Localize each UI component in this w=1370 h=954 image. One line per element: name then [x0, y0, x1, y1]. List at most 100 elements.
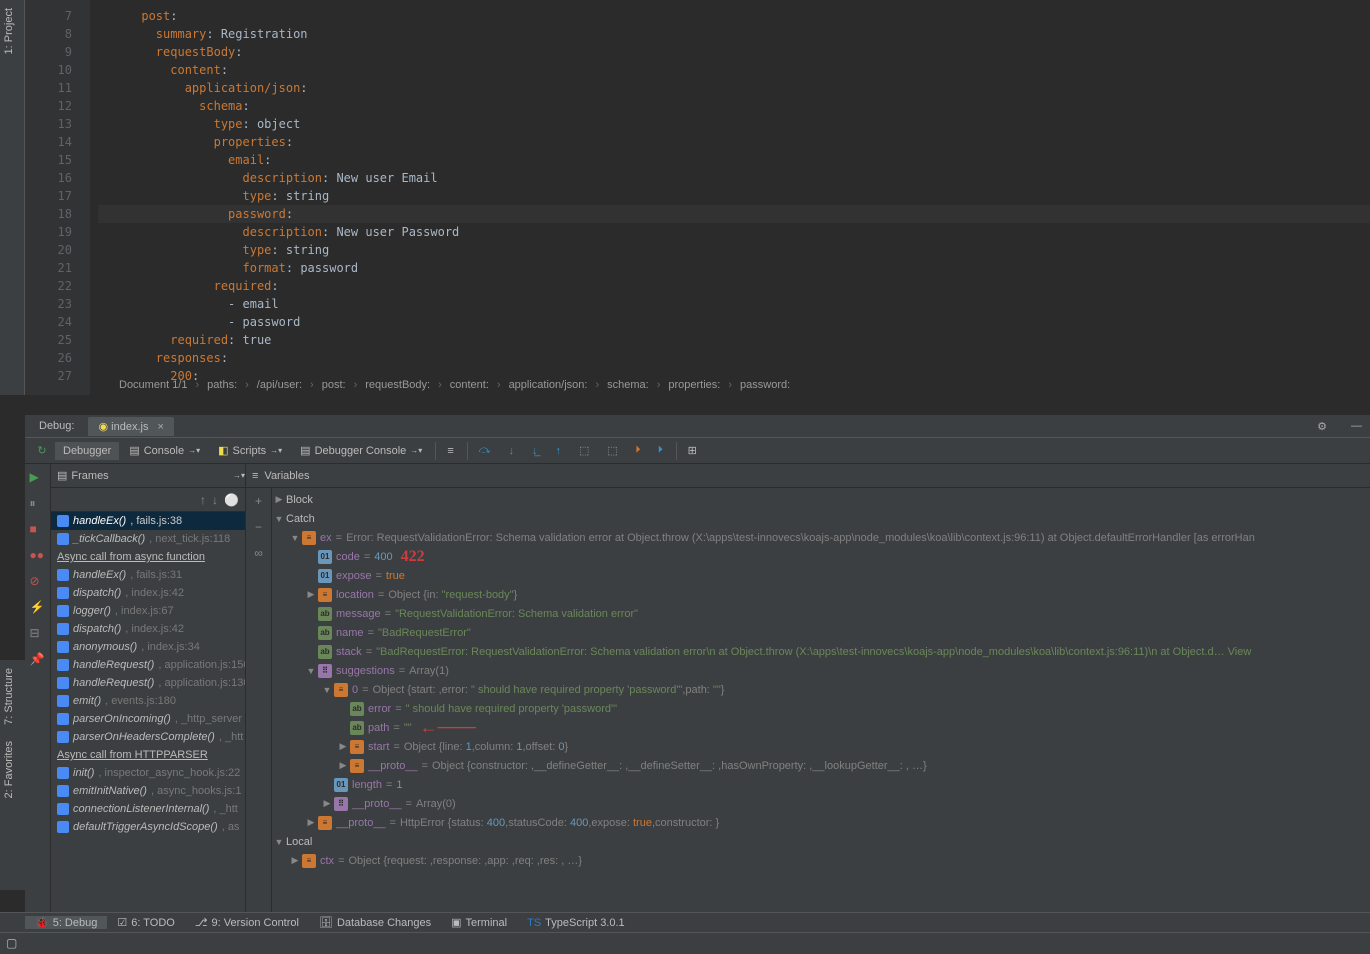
- frame-item[interactable]: emit(), events.js:180: [51, 692, 245, 710]
- stack-frame-icon: [57, 821, 69, 833]
- project-sidebar: 1: Project: [0, 0, 25, 395]
- frame-item[interactable]: logger(), index.js:67: [51, 602, 245, 620]
- debug-side-controls: ▶ ⏸ ■ ●● ⊘ ⚡ ⊟ 📌: [25, 464, 51, 924]
- step-out-icon[interactable]: ↑: [548, 442, 570, 460]
- variable-row[interactable]: 01length=1: [272, 775, 1370, 794]
- code-area[interactable]: post: summary: Registration requestBody:…: [90, 0, 1370, 395]
- stop-icon[interactable]: ■: [30, 522, 46, 538]
- stack-frame-icon: [57, 515, 69, 527]
- frame-item[interactable]: anonymous(), index.js:34: [51, 638, 245, 656]
- bottom-tab-vcs[interactable]: ⎇ 9: Version Control: [185, 916, 309, 929]
- add-watch-icon[interactable]: +: [255, 494, 262, 508]
- frame-up-icon[interactable]: ↑: [200, 493, 206, 507]
- debug-hide-icon[interactable]: —: [1351, 420, 1362, 432]
- bottom-tab-debug[interactable]: 🐞 5: Debug: [25, 916, 107, 929]
- force-step-into-icon[interactable]: ↓̲: [524, 442, 546, 460]
- variable-row[interactable]: abname="BadRequestError": [272, 623, 1370, 642]
- step-over-icon[interactable]: ⤼: [471, 441, 499, 460]
- status-tool-window-icon[interactable]: ▢: [6, 936, 17, 950]
- frame-item[interactable]: init(), inspector_async_hook.js:22: [51, 764, 245, 782]
- trace-icon[interactable]: 🞂: [650, 441, 670, 460]
- debugger-console-tab[interactable]: ▤ Debugger Console →▾: [292, 441, 430, 460]
- variable-row[interactable]: ▼⠿suggestions=Array(1): [272, 661, 1370, 680]
- calculator-icon[interactable]: ⊞: [680, 441, 705, 460]
- layout-icon[interactable]: ≡: [439, 442, 461, 460]
- close-icon[interactable]: ×: [158, 421, 164, 433]
- step-into-icon[interactable]: ↓: [501, 442, 523, 460]
- type-icon: ≡: [318, 816, 332, 830]
- editor: 789101112131415161718192021222324252627 …: [25, 0, 1370, 395]
- frame-filter-icon[interactable]: ⚪: [224, 493, 239, 507]
- structure-tool-tab[interactable]: 7: Structure: [0, 660, 18, 733]
- frame-item[interactable]: parserOnIncoming(), _http_server: [51, 710, 245, 728]
- dropdown-icon: →▾: [270, 446, 282, 455]
- variable-row[interactable]: 01code=400422: [272, 547, 1370, 566]
- frame-item[interactable]: dispatch(), index.js:42: [51, 584, 245, 602]
- exception-breakpoint-icon[interactable]: ⚡: [30, 600, 46, 616]
- bottom-tab-todo[interactable]: ☑ 6: TODO: [107, 916, 184, 929]
- breadcrumb[interactable]: Document 1/1›paths:›/api/user:›post:›req…: [115, 375, 794, 395]
- stack-frame-icon: [57, 623, 69, 635]
- type-icon: ≡: [318, 588, 332, 602]
- layout-settings-icon[interactable]: ⊟: [30, 626, 46, 642]
- thread-dropdown-icon[interactable]: →▾: [233, 471, 245, 480]
- frame-item[interactable]: handleRequest(), application.js:130: [51, 674, 245, 692]
- console-icon: ▤: [129, 444, 139, 457]
- bottom-tab-db-changes[interactable]: 🗄 Database Changes: [309, 916, 441, 929]
- stack-frame-icon: [57, 767, 69, 779]
- mute-breakpoints-icon[interactable]: ⊘: [30, 574, 46, 590]
- frame-item[interactable]: handleEx(), fails.js:31: [51, 566, 245, 584]
- watch-link-icon[interactable]: ∞: [254, 546, 263, 560]
- rerun-icon[interactable]: ↻: [37, 444, 46, 457]
- debug-settings-icon[interactable]: ⚙: [1317, 420, 1327, 433]
- variables-tree[interactable]: ▶Block▼Catch▼≡ex=Error: RequestValidatio…: [272, 488, 1370, 924]
- variable-row[interactable]: ▶⠿__proto__=Array(0): [272, 794, 1370, 813]
- debug-header: Debug: ◉ index.js × ⚙ —: [25, 415, 1370, 438]
- favorites-tool-tab[interactable]: 2: Favorites: [0, 733, 18, 806]
- scripts-tab[interactable]: ◧ Scripts →▾: [210, 441, 290, 460]
- debugger-tab[interactable]: Debugger: [55, 442, 119, 460]
- variable-row[interactable]: ▶≡__proto__=Object {constructor: ,__defi…: [272, 756, 1370, 775]
- console-tab[interactable]: ▤ Console →▾: [121, 441, 208, 460]
- frame-item[interactable]: defaultTriggerAsyncIdScope(), as: [51, 818, 245, 836]
- frame-item[interactable]: handleEx(), fails.js:38: [51, 512, 245, 530]
- bug-icon: 🐞: [35, 916, 49, 929]
- frame-item[interactable]: emitInitNative(), async_hooks.js:1: [51, 782, 245, 800]
- project-tool-tab[interactable]: 1: Project: [0, 0, 18, 62]
- stack-frame-icon: [57, 713, 69, 725]
- variable-row[interactable]: aberror=" should have required property …: [272, 699, 1370, 718]
- variable-row[interactable]: ▶≡start=Object {line: 1,column: 1,offset…: [272, 737, 1370, 756]
- frame-item[interactable]: connectionListenerInternal(), _htt: [51, 800, 245, 818]
- frame-item[interactable]: dispatch(), index.js:42: [51, 620, 245, 638]
- debug-file-tab[interactable]: ◉ index.js ×: [88, 417, 173, 436]
- status-bar: ▢: [0, 932, 1370, 954]
- frame-item[interactable]: _tickCallback(), next_tick.js:118: [51, 530, 245, 548]
- terminal-icon: ▣: [451, 916, 461, 929]
- frame-down-icon[interactable]: ↓: [212, 493, 218, 507]
- variable-row[interactable]: ▶≡ctx=Object {request: ,response: ,app: …: [272, 851, 1370, 870]
- remove-watch-icon[interactable]: −: [255, 520, 262, 534]
- pause-icon[interactable]: ⏸: [30, 496, 46, 512]
- evaluate-icon[interactable]: 🞂: [628, 441, 648, 460]
- frames-list[interactable]: handleEx(), fails.js:38_tickCallback(), …: [51, 512, 245, 924]
- variable-row[interactable]: 01expose=true: [272, 566, 1370, 585]
- frame-item[interactable]: handleRequest(), application.js:150: [51, 656, 245, 674]
- variable-row[interactable]: ▼≡ex=Error: RequestValidationError: Sche…: [272, 528, 1370, 547]
- variable-row[interactable]: abpath=""←───: [272, 718, 1370, 737]
- frame-item[interactable]: parserOnHeadersComplete(), _htt: [51, 728, 245, 746]
- run-to-cursor-icon[interactable]: ⬚: [599, 441, 625, 460]
- bottom-tab-terminal[interactable]: ▣ Terminal: [441, 916, 517, 929]
- bottom-tab-typescript[interactable]: TS TypeScript 3.0.1: [517, 917, 635, 929]
- stack-frame-icon: [57, 677, 69, 689]
- pin-icon[interactable]: 📌: [30, 652, 46, 668]
- view-breakpoints-icon[interactable]: ●●: [30, 548, 46, 564]
- variable-row[interactable]: abmessage="RequestValidationError: Schem…: [272, 604, 1370, 623]
- variable-row[interactable]: ▶≡__proto__=HttpError {status: 400,statu…: [272, 813, 1370, 832]
- frames-header: ▤ Frames →▾: [51, 464, 245, 488]
- variable-row[interactable]: abstack="BadRequestError: RequestValidat…: [272, 642, 1370, 661]
- resume-icon[interactable]: ▶: [30, 470, 46, 486]
- variable-row[interactable]: ▶≡location=Object {in: "request-body"}: [272, 585, 1370, 604]
- drop-frame-icon[interactable]: ⬚: [571, 441, 597, 460]
- variable-row[interactable]: ▼≡0=Object {start: ,error: " should have…: [272, 680, 1370, 699]
- stack-frame-icon: [57, 533, 69, 545]
